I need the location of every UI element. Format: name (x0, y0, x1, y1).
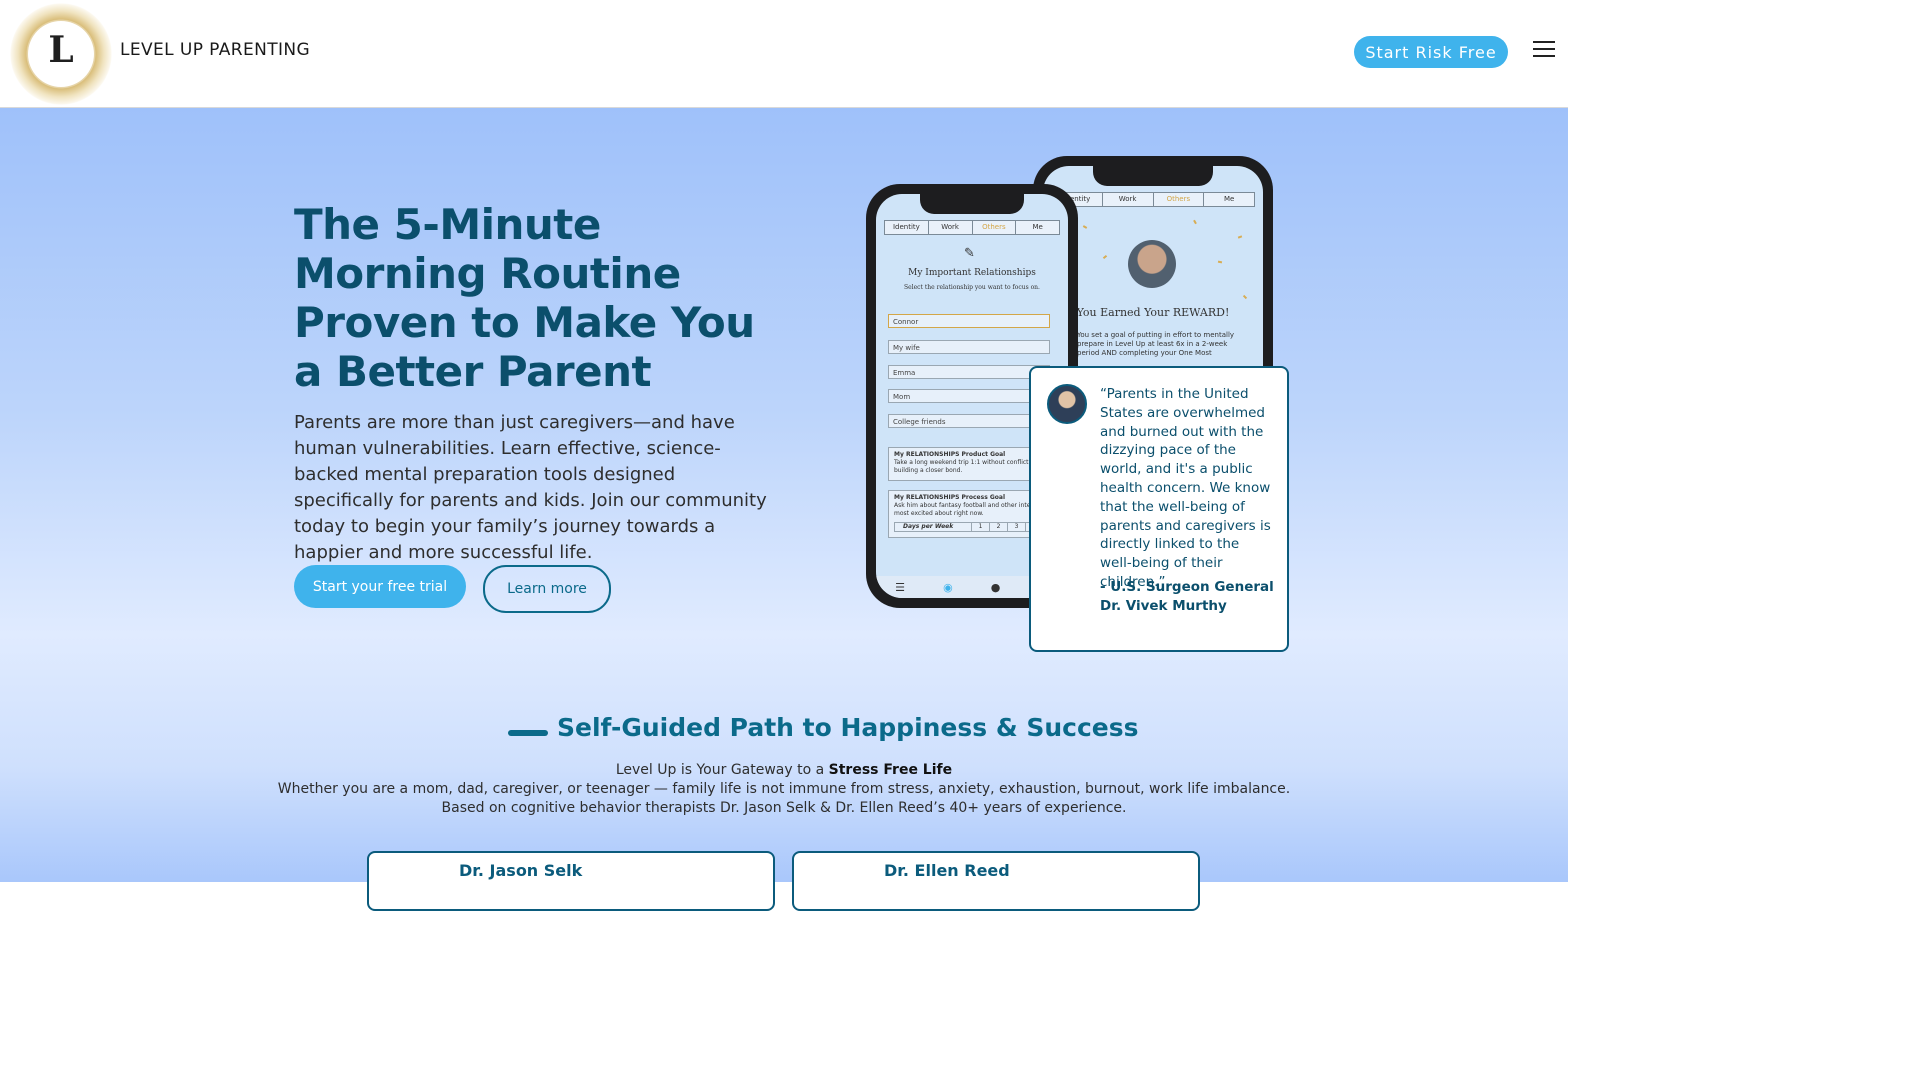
section-line-2: Whether you are a mom, dad, caregiver, o… (277, 781, 1291, 797)
tab-work: Work (1103, 193, 1154, 206)
hero-section: The 5-Minute Morning Routine Proven to M… (0, 108, 1568, 911)
hero-lead: Parents are more than just caregivers—an… (294, 412, 767, 563)
start-free-trial-button[interactable]: Start your free trial (294, 565, 466, 608)
relationships-title: My Important Relationships (908, 268, 1036, 278)
relationship-field: Emma (888, 365, 1050, 379)
daily-icon: ◉ (943, 580, 953, 594)
tab-work: Work (929, 221, 973, 234)
phone-tabs: Identity Work Others Me (884, 220, 1060, 235)
phone-notch (920, 194, 1024, 214)
logo[interactable]: L (10, 3, 112, 105)
tab-me: Me (1223, 195, 1235, 203)
hero-title: The 5-Minute Morning Routine Proven to M… (294, 200, 755, 396)
quote-card: “Parents in the United States are overwh… (1029, 366, 1289, 652)
quote-attribution-line2: Dr. Vivek Murthy (1100, 598, 1227, 614)
day-option: 1 (971, 523, 989, 531)
days-label: Days per Week (903, 523, 954, 530)
site-header: L LEVEL UP PARENTING Start Risk Free (0, 0, 1568, 108)
section-line-3: Based on cognitive behavior therapists D… (441, 800, 1127, 816)
reward-avatar (1128, 240, 1176, 288)
home-icon: ☰ (895, 580, 905, 594)
tab-others: Others (973, 221, 1017, 234)
doctor-card-ellen-reed[interactable]: Dr. Ellen Reed (792, 851, 1200, 911)
surgeon-general-avatar (1047, 384, 1087, 424)
phone-tabs: Identity Work Others Me (1051, 192, 1255, 207)
quote-attribution: - U.S. Surgeon General Dr. Vivek Murthy (1100, 578, 1280, 616)
section-title: Self-Guided Path to Happiness & Success (557, 713, 1139, 742)
tab-identity: Identity (885, 221, 929, 234)
hamburger-menu-icon[interactable] (1533, 41, 1555, 57)
quote-attribution-line1: - U.S. Surgeon General (1100, 579, 1274, 595)
section-rule (508, 730, 548, 736)
section-line-1-bold: Stress Free Life (828, 762, 953, 778)
relationship-field: Mom (888, 389, 1050, 403)
tab-me: Me (1032, 223, 1043, 231)
logo-badge: L (28, 21, 94, 87)
start-risk-free-button[interactable]: Start Risk Free (1354, 36, 1508, 68)
quote-text: “Parents in the United States are overwh… (1100, 386, 1271, 590)
relationship-field: College friends (888, 414, 1050, 428)
relationships-subtitle: Select the relationship you want to focu… (904, 284, 1040, 291)
doctor-card-jason-selk[interactable]: Dr. Jason Selk (367, 851, 775, 911)
tab-others: Others (1154, 193, 1205, 206)
day-option: 2 (989, 523, 1007, 531)
doctor-name: Dr. Jason Selk (459, 861, 583, 880)
brand-name[interactable]: LEVEL UP PARENTING (120, 40, 310, 60)
logo-letter: L (48, 29, 74, 71)
section-line-1: Level Up is Your Gateway to a Stress Fre… (0, 761, 1568, 780)
day-option: 3 (1007, 523, 1025, 531)
phone-notch (1093, 166, 1213, 186)
doctor-name: Dr. Ellen Reed (884, 861, 1010, 880)
edit-icon: ✎ (964, 246, 975, 261)
relationship-field: Connor (888, 314, 1050, 328)
relationship-field: My wife (888, 340, 1050, 354)
learn-more-button[interactable]: Learn more (483, 565, 611, 613)
train-icon: ● (990, 580, 1001, 594)
reward-text: You set a goal of putting in effort to m… (1077, 331, 1235, 357)
section-line-1-text: Level Up is Your Gateway to a (615, 762, 825, 778)
